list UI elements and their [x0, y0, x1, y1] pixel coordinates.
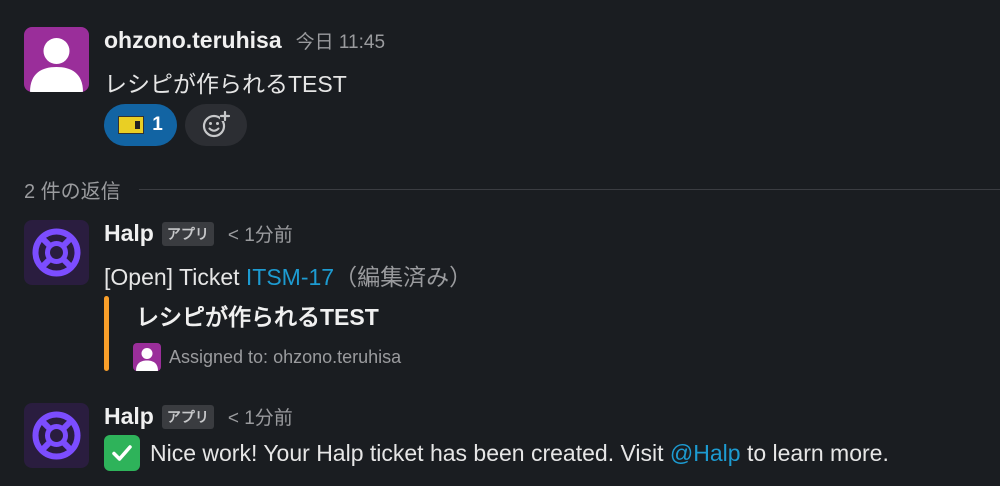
halp-logo-icon	[32, 228, 81, 277]
sender-name[interactable]: Halp	[104, 220, 154, 247]
user-avatar[interactable]	[24, 27, 89, 92]
ticket-attachment: レシピが作られるTEST Assigned to: ohzono.teruhis…	[104, 296, 704, 371]
text-prefix: [Open] Ticket	[104, 264, 246, 290]
reaction-bar: 1	[104, 104, 247, 146]
message-text: レシピが作られるTEST	[104, 71, 347, 97]
halp-logo-icon	[32, 411, 81, 460]
attachment-footer: Assigned to: ohzono.teruhisa	[133, 343, 401, 371]
ticket-link[interactable]: ITSM-17	[246, 264, 334, 290]
message-meta: Halp アプリ < 1分前	[104, 220, 293, 247]
message-timestamp[interactable]: < 1分前	[228, 403, 293, 430]
divider-line	[138, 189, 1000, 190]
text-prefix: Nice work! Your Halp ticket has been cre…	[150, 440, 670, 467]
halp-avatar[interactable]	[24, 403, 89, 468]
attachment-accent-bar	[104, 296, 109, 371]
add-reaction-icon	[202, 110, 231, 138]
sender-name[interactable]: ohzono.teruhisa	[104, 27, 282, 54]
message-meta: ohzono.teruhisa 今日 11:45	[104, 27, 385, 54]
message-timestamp[interactable]: < 1分前	[228, 220, 293, 247]
person-silhouette-icon	[30, 38, 83, 92]
thread-divider: 2 件の返信	[24, 175, 1000, 204]
assignee-avatar	[133, 343, 161, 371]
reply-message: Halp アプリ < 1分前 Nice work! Your Halp tick…	[24, 403, 984, 478]
reaction-pill[interactable]: 1	[104, 104, 177, 146]
halp-mention-link[interactable]: @Halp	[670, 440, 741, 466]
attachment-title: レシピが作られるTEST	[136, 304, 379, 330]
app-badge: アプリ	[161, 221, 214, 246]
reaction-count: 1	[152, 114, 163, 135]
assigned-to-text: Assigned to: ohzono.teruhisa	[169, 346, 402, 367]
message-text: Nice work! Your Halp ticket has been cre…	[104, 435, 889, 473]
parent-message: ohzono.teruhisa 今日 11:45 レシピが作られるTEST 1	[24, 27, 984, 152]
halp-avatar[interactable]	[24, 220, 89, 285]
text-suffix: to learn more.	[740, 440, 889, 467]
person-silhouette-icon	[136, 348, 158, 371]
reply-message: Halp アプリ < 1分前 [Open] Ticket ITSM-17（編集済…	[24, 220, 984, 380]
edited-label: （編集済み）	[334, 264, 473, 290]
app-badge: アプリ	[161, 404, 214, 429]
message-meta: Halp アプリ < 1分前	[104, 403, 293, 430]
white-check-mark-icon	[104, 435, 140, 471]
message-timestamp[interactable]: 今日 11:45	[296, 27, 385, 54]
add-reaction-button[interactable]	[185, 104, 247, 146]
thread-reply-count: 2 件の返信	[24, 181, 121, 203]
message-text: [Open] Ticket ITSM-17（編集済み）	[104, 258, 472, 292]
ticket-emoji-icon	[118, 116, 145, 134]
sender-name[interactable]: Halp	[104, 403, 154, 430]
